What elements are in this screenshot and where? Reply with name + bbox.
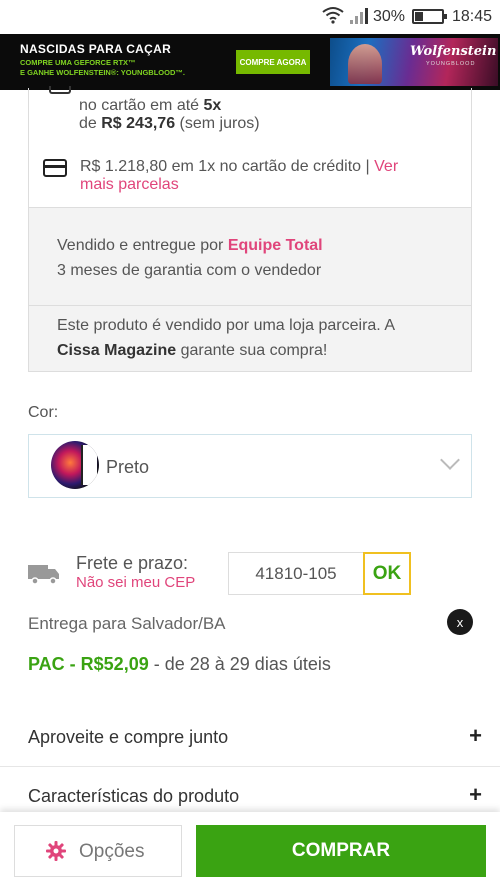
color-selected-value: Preto (106, 457, 150, 477)
delivery-destination: Entrega para Salvador/BA (28, 614, 226, 633)
buy-button[interactable]: COMPRAR (196, 825, 486, 877)
single-payment-text: R$ 1.218,80 em 1x no cartão de crédito | (80, 158, 370, 175)
status-bar: 30% 18:45 (0, 0, 500, 34)
ad-subtitle-line2: E GANHE WOLFENSTEIN®: YOUNGBLOOD™. (20, 68, 185, 77)
accordion-label: Características do produto (28, 786, 240, 806)
payment-options: no cartão em até 5x de R$ 243,76 (sem ju… (28, 86, 472, 208)
ad-title: NASCIDAS PARA CAÇAR (20, 42, 172, 56)
wifi-icon (322, 7, 344, 24)
accordion-label: Aproveite e compre junto (28, 727, 229, 747)
ad-banner[interactable]: NASCIDAS PARA CAÇAR COMPRE UMA GEFORCE R… (0, 34, 500, 90)
ad-artwork: Wolfenstein YOUNGBLOOD (330, 38, 498, 86)
options-button[interactable]: Opções (14, 825, 182, 877)
partner-store-name: Cissa Magazine (57, 342, 177, 359)
partner-notice: Este produto é vendido por uma loja parc… (28, 306, 472, 372)
ad-brand-subtitle: YOUNGBLOOD (426, 61, 476, 67)
clock: 18:45 (452, 8, 493, 25)
color-label: Cor: (28, 404, 59, 421)
warranty-text: 3 meses de garantia com o vendedor (57, 262, 322, 279)
ad-cta-button[interactable]: COMPRE AGORA (236, 50, 310, 74)
partner-line2: Cissa Magazine garante sua compra! (57, 342, 327, 360)
expand-plus-icon: + (469, 723, 482, 748)
freight-label: Frete e prazo: (76, 553, 189, 573)
cep-ok-button[interactable]: OK (363, 552, 411, 595)
options-label: Opções (79, 841, 145, 862)
seller-line: Vendido e entregue por Equipe Total (57, 237, 323, 255)
ad-subtitle-line1: COMPRE UMA GEFORCE RTX™ (20, 58, 136, 67)
seller-prefix: Vendido e entregue por (57, 237, 224, 254)
truck-icon (28, 565, 59, 585)
installment-value: R$ 243,76 (101, 115, 176, 132)
ad-character-image (348, 44, 382, 84)
bottom-action-bar: Opções COMPRAR (0, 812, 500, 889)
installment-prefix: no cartão em até (79, 97, 200, 114)
signal-icon (350, 8, 368, 24)
battery-percent: 30% (373, 8, 406, 25)
seller-name-link[interactable]: Equipe Total (228, 237, 323, 254)
expand-plus-icon: + (469, 782, 482, 807)
installment-count: 5x (203, 97, 222, 114)
shipping-option-price: PAC - R$52,09 (28, 654, 149, 674)
shipping-option: PAC - R$52,09 - de 28 à 29 dias úteis (28, 654, 331, 675)
installment-value-line: de R$ 243,76 (sem juros) (79, 115, 260, 133)
ad-brand-logo: Wolfenstein (410, 44, 497, 59)
installment-line: no cartão em até 5x (79, 97, 221, 115)
shipping-option-time: - de 28 à 29 dias úteis (153, 654, 331, 674)
unknown-cep-link[interactable]: Não sei meu CEP (76, 574, 195, 591)
chevron-down-icon (440, 450, 460, 470)
battery-icon (412, 9, 447, 24)
partner-line1: Este produto é vendido por uma loja parc… (57, 317, 395, 334)
close-icon[interactable]: x (447, 609, 473, 635)
installment-de: de (79, 115, 97, 132)
single-payment-line: R$ 1.218,80 em 1x no cartão de crédito |… (80, 158, 398, 176)
accordion-buy-together[interactable]: Aproveite e compre junto + (0, 709, 500, 767)
installment-suffix: (sem juros) (179, 115, 260, 132)
credit-card-icon (49, 86, 71, 94)
gear-icon (46, 841, 66, 861)
more-installments-link[interactable]: Ver (374, 158, 398, 175)
partner-guarantee: garante sua compra! (180, 342, 328, 359)
seller-info: Vendido e entregue por Equipe Total 3 me… (28, 207, 472, 306)
cep-input[interactable] (228, 552, 364, 595)
credit-card-icon (43, 159, 67, 177)
more-installments-link-cont[interactable]: mais parcelas (80, 176, 179, 194)
product-thumbnail (51, 441, 99, 489)
color-select[interactable]: Preto (28, 434, 472, 498)
